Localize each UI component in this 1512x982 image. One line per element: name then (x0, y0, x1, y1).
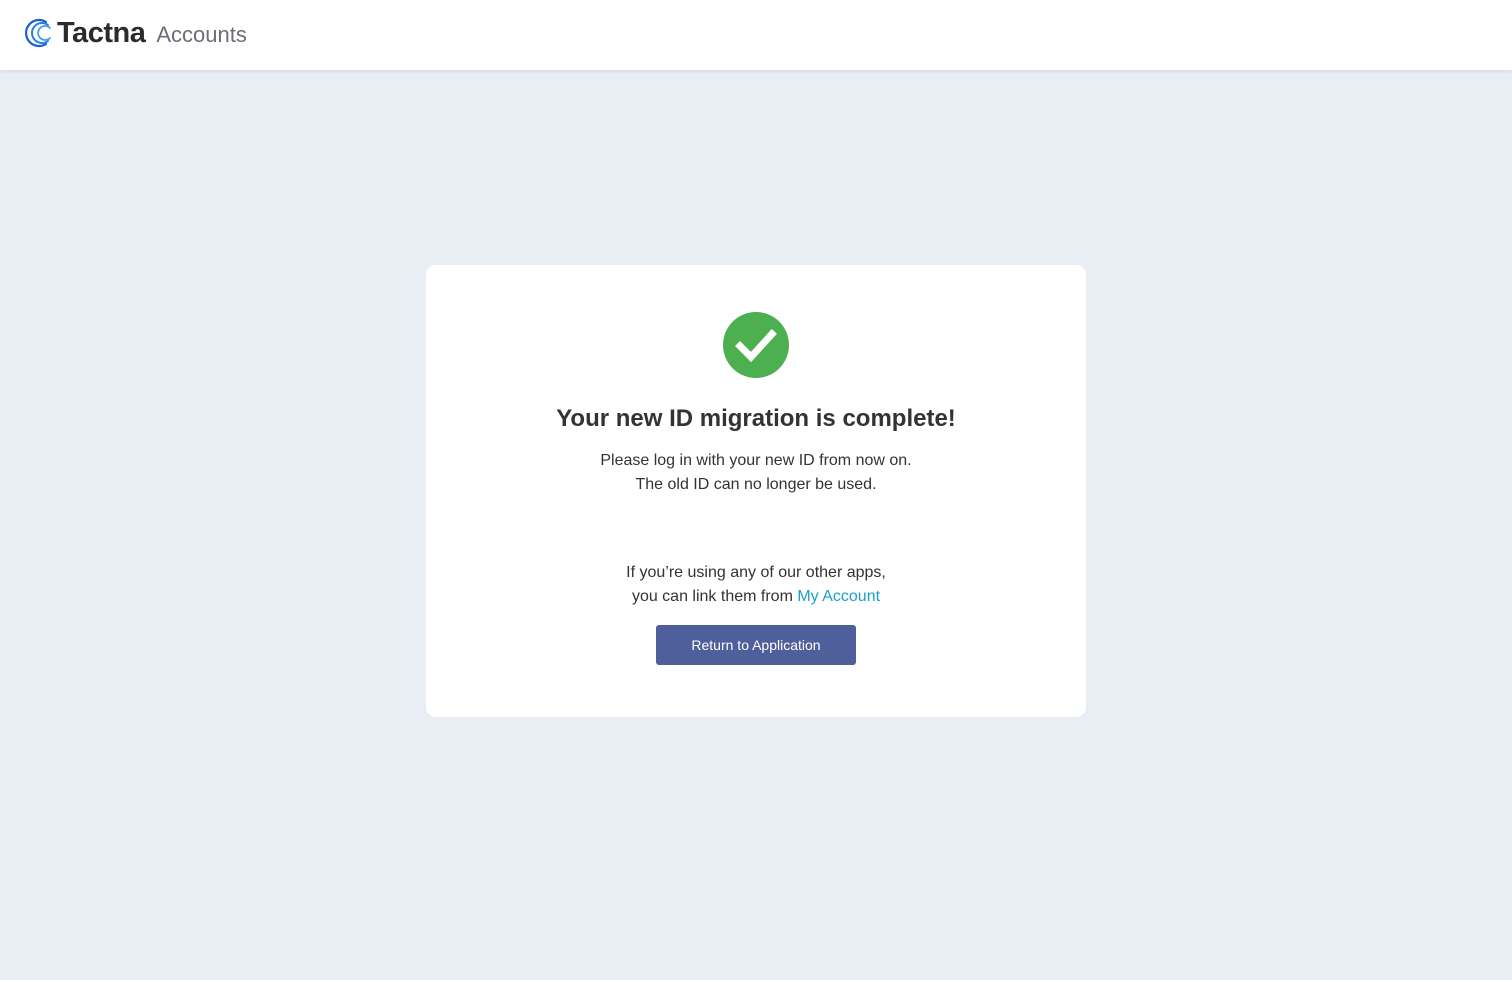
instruction-line: Please log in with your new ID from now … (600, 452, 912, 469)
apps-message-prefix: you can link them from (631, 588, 798, 605)
link-apps-message: If you’re using any of our other apps, y… (426, 561, 1086, 609)
brand-name: Tactna (57, 17, 146, 49)
apps-message-line: If you’re using any of our other apps, (626, 564, 886, 581)
brand[interactable]: Tactna Accounts (24, 15, 247, 51)
brand-section-name: Accounts (156, 22, 247, 47)
top-header: Tactna Accounts (0, 0, 1512, 70)
tactna-logo-icon (24, 17, 56, 49)
login-instructions: Please log in with your new ID from now … (426, 449, 1086, 497)
return-to-application-button[interactable]: Return to Application (656, 625, 856, 665)
page-title: Your new ID migration is complete! (556, 405, 956, 432)
page: Tactna Accounts Your new ID migration is… (0, 0, 1512, 982)
apps-message-line-2: you can link them from My Account (426, 585, 1086, 609)
migration-complete-card: Your new ID migration is complete! Pleas… (426, 265, 1086, 717)
my-account-link[interactable]: My Account (797, 588, 880, 605)
check-circle-icon (723, 312, 789, 378)
instruction-line: The old ID can no longer be used. (635, 476, 877, 493)
